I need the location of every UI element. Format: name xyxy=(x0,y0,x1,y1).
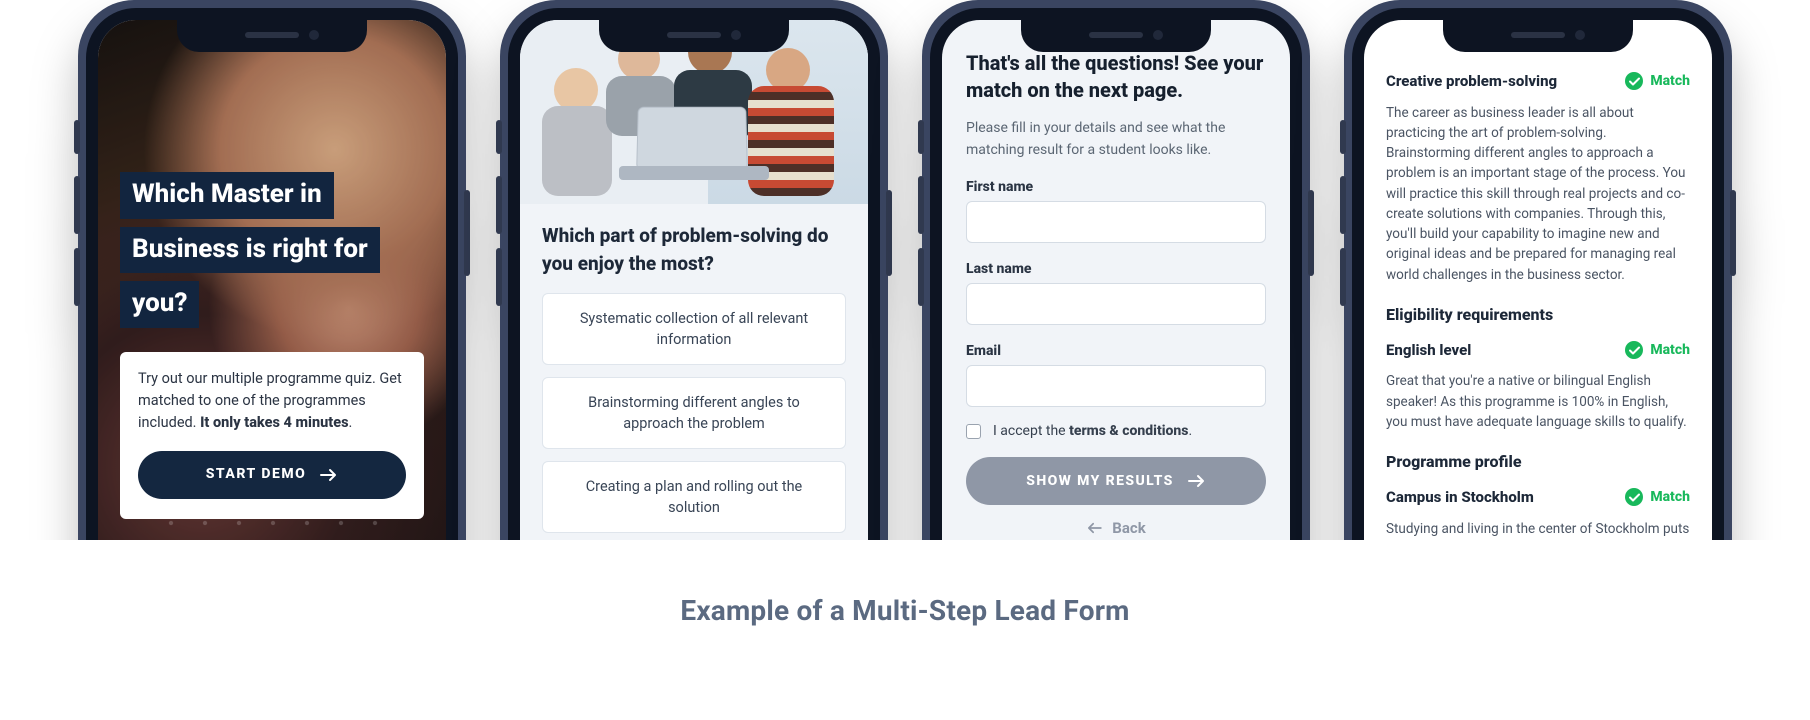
intro-card: Try out our multiple programme quiz. Get… xyxy=(120,352,424,519)
terms-text: . xyxy=(1188,423,1192,439)
last-name-field[interactable] xyxy=(966,283,1266,325)
headline-line: you? xyxy=(120,281,199,328)
section-heading: Eligibility requirements xyxy=(1386,303,1690,327)
email-label: Email xyxy=(966,343,1266,359)
result-item-title: English level xyxy=(1386,339,1471,362)
check-circle-icon xyxy=(1625,72,1643,90)
match-label: Match xyxy=(1650,487,1690,508)
phone-notch xyxy=(599,20,789,52)
arrow-right-icon xyxy=(1188,474,1206,488)
check-circle-icon xyxy=(1625,488,1643,506)
figure-caption: Example of a Multi-Step Lead Form xyxy=(0,594,1810,627)
answer-option[interactable]: Creating a plan and rolling out the solu… xyxy=(542,461,846,533)
arrow-left-icon xyxy=(1086,522,1102,534)
arrow-right-icon xyxy=(320,468,338,482)
result-item-body: The career as business leader is all abo… xyxy=(1386,103,1690,285)
back-label: Back xyxy=(1112,519,1145,537)
match-badge: Match xyxy=(1625,71,1690,92)
question-title: Which part of problem-solving do you enj… xyxy=(542,222,846,277)
result-item-body: Studying and living in the center of Sto… xyxy=(1386,519,1690,541)
first-name-label: First name xyxy=(966,179,1266,195)
phone-notch xyxy=(177,20,367,52)
result-item-title: Creative problem-solving xyxy=(1386,70,1557,93)
headline: Which Master in Business is right for yo… xyxy=(120,168,424,332)
last-name-label: Last name xyxy=(966,261,1266,277)
phone-notch xyxy=(1021,20,1211,52)
match-badge: Match xyxy=(1625,340,1690,361)
show-results-button[interactable]: SHOW MY RESULTS xyxy=(966,457,1266,505)
form-title: That's all the questions! See your match… xyxy=(966,50,1266,104)
button-label: SHOW MY RESULTS xyxy=(1026,473,1174,489)
phone-intro: Which Master in Business is right for yo… xyxy=(78,0,466,540)
phones-row: Which Master in Business is right for yo… xyxy=(0,0,1810,540)
result-item-body: Great that you're a native or bilingual … xyxy=(1386,371,1690,432)
terms-row[interactable]: I accept the terms & conditions. xyxy=(966,423,1266,439)
phone-notch xyxy=(1443,20,1633,52)
answer-option[interactable]: Systematic collection of all relevant in… xyxy=(542,293,846,365)
terms-link[interactable]: terms & conditions xyxy=(1069,423,1188,439)
form-description: Please fill in your details and see what… xyxy=(966,118,1266,161)
headline-line: Which Master in xyxy=(120,172,334,219)
match-label: Match xyxy=(1650,71,1690,92)
screen-intro: Which Master in Business is right for yo… xyxy=(98,20,446,540)
match-badge: Match xyxy=(1625,487,1690,508)
result-item-title: Campus in Stockholm xyxy=(1386,486,1534,509)
button-label: START DEMO xyxy=(206,464,307,486)
check-circle-icon xyxy=(1625,341,1643,359)
back-button[interactable]: Back xyxy=(966,519,1266,537)
screen-form: That's all the questions! See your match… xyxy=(942,20,1290,540)
answer-option[interactable]: Brainstorming different angles to approa… xyxy=(542,377,846,449)
email-field[interactable] xyxy=(966,365,1266,407)
headline-line: Business is right for xyxy=(120,227,380,274)
intro-text: . xyxy=(349,414,353,431)
screen-results: Creative problem-solving Match The caree… xyxy=(1364,20,1712,540)
section-heading: Programme profile xyxy=(1386,450,1690,474)
start-demo-button[interactable]: START DEMO xyxy=(138,451,406,499)
phone-question: Which part of problem-solving do you enj… xyxy=(500,0,888,540)
phone-form: That's all the questions! See your match… xyxy=(922,0,1310,540)
intro-text-bold: It only takes 4 minutes xyxy=(200,414,348,431)
terms-checkbox[interactable] xyxy=(966,424,981,439)
diagram: Which Master in Business is right for yo… xyxy=(0,0,1810,720)
phone-results: Creative problem-solving Match The caree… xyxy=(1344,0,1732,540)
screen-question: Which part of problem-solving do you enj… xyxy=(520,20,868,540)
match-label: Match xyxy=(1650,340,1690,361)
first-name-field[interactable] xyxy=(966,201,1266,243)
terms-text: I accept the xyxy=(993,423,1069,439)
